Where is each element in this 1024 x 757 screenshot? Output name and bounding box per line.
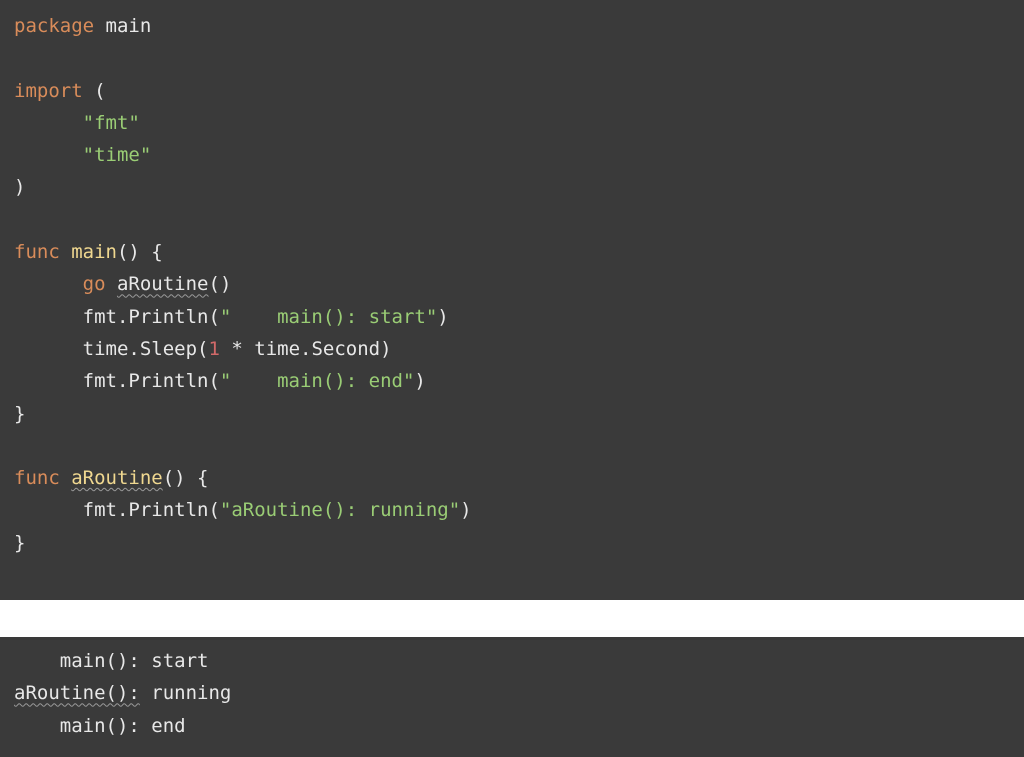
indent bbox=[14, 273, 83, 295]
space bbox=[106, 273, 117, 295]
code-line: import ( bbox=[14, 75, 1010, 107]
text: () { bbox=[163, 467, 209, 489]
code-line: func aRoutine() { bbox=[14, 462, 1010, 494]
code-line: func main() { bbox=[14, 236, 1010, 268]
keyword: package bbox=[14, 15, 94, 37]
keyword: func bbox=[14, 241, 60, 263]
text: ) bbox=[414, 370, 425, 392]
separator bbox=[0, 600, 1024, 637]
code-line: ) bbox=[14, 171, 1010, 203]
code-line: time.Sleep(1 * time.Second) bbox=[14, 333, 1010, 365]
keyword: go bbox=[83, 273, 106, 295]
keyword: import bbox=[14, 80, 83, 102]
indent bbox=[14, 306, 83, 328]
space bbox=[60, 467, 71, 489]
code-line: } bbox=[14, 398, 1010, 430]
string: " main(): end" bbox=[220, 370, 414, 392]
code-line: fmt.Println(" main(): start") bbox=[14, 301, 1010, 333]
text: fmt.Println( bbox=[83, 306, 220, 328]
space bbox=[94, 15, 105, 37]
function-name: main bbox=[71, 241, 117, 263]
code-line: fmt.Println(" main(): end") bbox=[14, 365, 1010, 397]
output-line: main(): end bbox=[14, 710, 1010, 742]
code-line bbox=[14, 42, 1010, 74]
code-editor[interactable]: package main import ( "fmt" "time" ) fun… bbox=[0, 0, 1024, 600]
function-call: aRoutine bbox=[117, 273, 209, 295]
text: fmt.Println( bbox=[83, 370, 220, 392]
text: * time.Second) bbox=[220, 338, 392, 360]
text: time.Sleep( bbox=[83, 338, 209, 360]
indent bbox=[14, 338, 83, 360]
code-line: "fmt" bbox=[14, 107, 1010, 139]
text: () { bbox=[117, 241, 163, 263]
indent bbox=[14, 499, 83, 521]
code-line: package main bbox=[14, 10, 1010, 42]
text: ( bbox=[83, 80, 106, 102]
indent bbox=[14, 144, 83, 166]
output-console[interactable]: main(): start aRoutine(): running main()… bbox=[0, 637, 1024, 757]
identifier: main bbox=[106, 15, 152, 37]
space bbox=[60, 241, 71, 263]
text: ) bbox=[437, 306, 448, 328]
code-line bbox=[14, 204, 1010, 236]
code-line: "time" bbox=[14, 139, 1010, 171]
code-line: fmt.Println("aRoutine(): running") bbox=[14, 494, 1010, 526]
text: () bbox=[209, 273, 232, 295]
output-line: main(): start bbox=[14, 645, 1010, 677]
indent bbox=[14, 370, 83, 392]
output-text: aRoutine(): bbox=[14, 682, 140, 704]
text: fmt.Println( bbox=[83, 499, 220, 521]
string: " main(): start" bbox=[220, 306, 437, 328]
function-name: aRoutine bbox=[71, 467, 163, 489]
output-text: running bbox=[140, 682, 232, 704]
string: "aRoutine(): running" bbox=[220, 499, 460, 521]
code-line: go aRoutine() bbox=[14, 268, 1010, 300]
number: 1 bbox=[208, 338, 219, 360]
string: "fmt" bbox=[83, 112, 140, 134]
indent bbox=[14, 112, 83, 134]
output-line: aRoutine(): running bbox=[14, 677, 1010, 709]
string: "time" bbox=[83, 144, 152, 166]
text: ) bbox=[460, 499, 471, 521]
code-line bbox=[14, 430, 1010, 462]
keyword: func bbox=[14, 467, 60, 489]
code-line: } bbox=[14, 527, 1010, 559]
